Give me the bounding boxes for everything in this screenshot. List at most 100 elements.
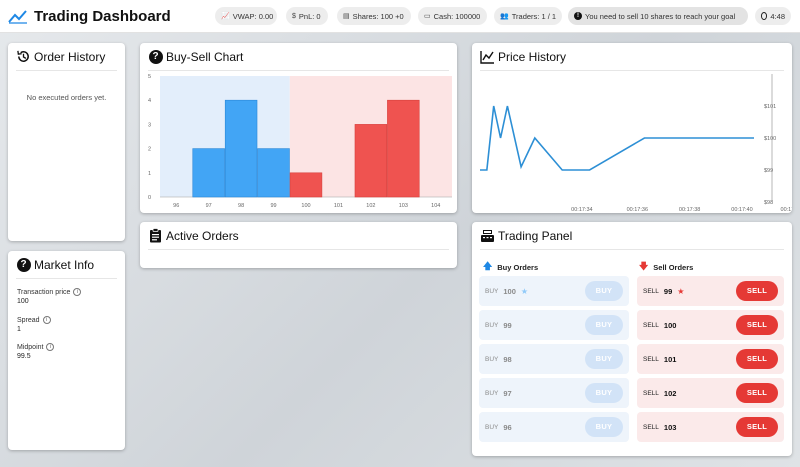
spread-value: 1 (17, 326, 21, 333)
buy-order-row: BUY 99 BUY (479, 310, 629, 340)
order-price: 96 (503, 422, 512, 432)
buy-bar (224, 99, 258, 198)
sell-bar (289, 172, 323, 198)
x-tick-label: 00:17:38 (679, 207, 700, 213)
market-info-card: ? Market Info Transaction price i 100 Sp… (8, 251, 125, 450)
buy-button[interactable]: BUY (585, 383, 623, 403)
buy-button[interactable]: BUY (585, 315, 623, 335)
order-price: 101 (663, 354, 677, 364)
info-icon[interactable]: i (42, 316, 51, 324)
goal-chip: ! You need to sell 10 shares to reach yo… (568, 7, 748, 25)
buy-button[interactable]: BUY (585, 281, 623, 301)
buy-orders-header: 🡅 Buy Orders (483, 259, 538, 275)
sell-button[interactable]: SELL (736, 383, 778, 403)
order-price: 100 (663, 320, 677, 330)
active-orders-card: Active Orders (140, 222, 457, 268)
app-title: Trading Dashboard (34, 7, 171, 25)
top-bar: Trading Dashboard 📈 VWAP: 0.00 $ PnL: 0 … (0, 0, 800, 33)
sell-order-row: SELL 101 SELL (637, 344, 784, 374)
cash-value: Cash: 100000 (433, 11, 481, 21)
order-side-label: SELL (643, 321, 659, 329)
sell-bar (354, 124, 388, 198)
vwap-chip: 📈 VWAP: 0.00 (215, 7, 277, 25)
help-icon: ? (148, 49, 163, 64)
divider (16, 278, 117, 279)
clock-icon (761, 12, 768, 20)
x-tick-label: 99 (270, 203, 276, 209)
empty-state-message: No executed orders yet. (26, 93, 107, 102)
divider (480, 249, 784, 250)
y-tick-label: $101 (764, 104, 776, 110)
order-price: 98 (503, 354, 512, 364)
y-tick-label: $100 (764, 136, 776, 142)
x-tick-label: 00:17:42 (781, 207, 792, 213)
order-price: 100 (503, 286, 516, 296)
sell-button[interactable]: SELL (736, 281, 778, 301)
order-price: 99 (503, 320, 512, 330)
order-history-title: Order History (16, 49, 105, 64)
order-price: 103 (663, 422, 677, 432)
buy-sell-chart-title: ? Buy-Sell Chart (148, 49, 243, 64)
history-icon (16, 49, 31, 64)
order-side-label: SELL (643, 389, 659, 397)
order-side-label: BUY (485, 355, 499, 363)
spread-label: Spread i (17, 316, 51, 324)
price-history-card: Price History $98 $99 $100 $101 00:17:34 00:1… (472, 43, 792, 213)
order-side-label: SELL (643, 423, 659, 431)
midpoint-value: 99.5 (17, 353, 31, 360)
price-history-chart: $98$99$100$10100:17:34 00:17:36 00:17:38 00… (480, 74, 792, 213)
info-icon[interactable]: i (46, 343, 55, 351)
price-line (480, 105, 754, 171)
y-tick-label: 2 (148, 147, 151, 153)
divider (16, 70, 117, 71)
order-price: 102 (663, 388, 677, 398)
market-info-title: ? Market Info (16, 257, 94, 272)
divider (148, 249, 449, 250)
star-icon: ★ (677, 286, 685, 296)
document-icon: ▤ (343, 13, 350, 20)
trading-panel-title: Trading Panel (480, 228, 572, 243)
shares-chip: ▤ Shares: 100 +0 (337, 7, 411, 25)
buy-button[interactable]: BUY (585, 349, 623, 369)
sell-order-row: SELL 99 ★ SELL (637, 276, 784, 306)
buy-button[interactable]: BUY (585, 417, 623, 437)
vwap-value: VWAP: 0.00 (232, 11, 274, 21)
cash-chip: ▭ Cash: 100000 (418, 7, 487, 25)
x-tick-label: 96 (173, 203, 179, 209)
x-tick-label: 98 (238, 203, 244, 209)
x-tick-label: 00:17:36 (627, 207, 648, 213)
traders-value: Traders: 1 / 1 (511, 11, 557, 21)
sell-bar (387, 99, 420, 198)
sell-button[interactable]: SELL (736, 349, 778, 369)
x-tick-label: 101 (334, 203, 343, 209)
timer-chip: 4:48 (755, 7, 791, 25)
sell-button[interactable]: SELL (736, 417, 778, 437)
shares-value: Shares: 100 +0 (352, 11, 404, 21)
help-icon: ? (16, 257, 31, 272)
x-tick-label: 104 (431, 203, 440, 209)
sell-button[interactable]: SELL (736, 315, 778, 335)
brand: Trading Dashboard (8, 5, 171, 27)
star-icon: ★ (520, 286, 529, 296)
y-tick-label: 1 (148, 171, 151, 177)
x-tick-label: 102 (366, 203, 375, 209)
x-tick-label: 00:17:40 (731, 207, 752, 213)
sell-order-row: SELL 103 SELL (637, 412, 784, 442)
transaction-price-value: 100 (17, 298, 29, 305)
users-icon: 👥 (500, 13, 509, 20)
buy-bar (192, 148, 225, 198)
order-side-label: SELL (643, 355, 659, 363)
buy-order-row: BUY 96 BUY (479, 412, 629, 442)
buy-order-row: BUY 97 BUY (479, 378, 629, 408)
order-side-label: BUY (485, 423, 499, 431)
dollar-icon: $ (292, 12, 296, 20)
order-price: 99 (663, 286, 673, 296)
info-icon[interactable]: i (73, 288, 82, 296)
order-price: 97 (503, 388, 512, 398)
order-side-label: BUY (485, 321, 499, 329)
clipboard-icon (148, 228, 163, 243)
buy-sell-chart: 0 1 2 3 4 5 96 97 98 99 100 101 102 103 104 (148, 74, 452, 209)
y-tick-label: 4 (148, 98, 151, 104)
sell-order-row: SELL 100 SELL (637, 310, 784, 340)
sell-order-row: SELL 102 SELL (637, 378, 784, 408)
